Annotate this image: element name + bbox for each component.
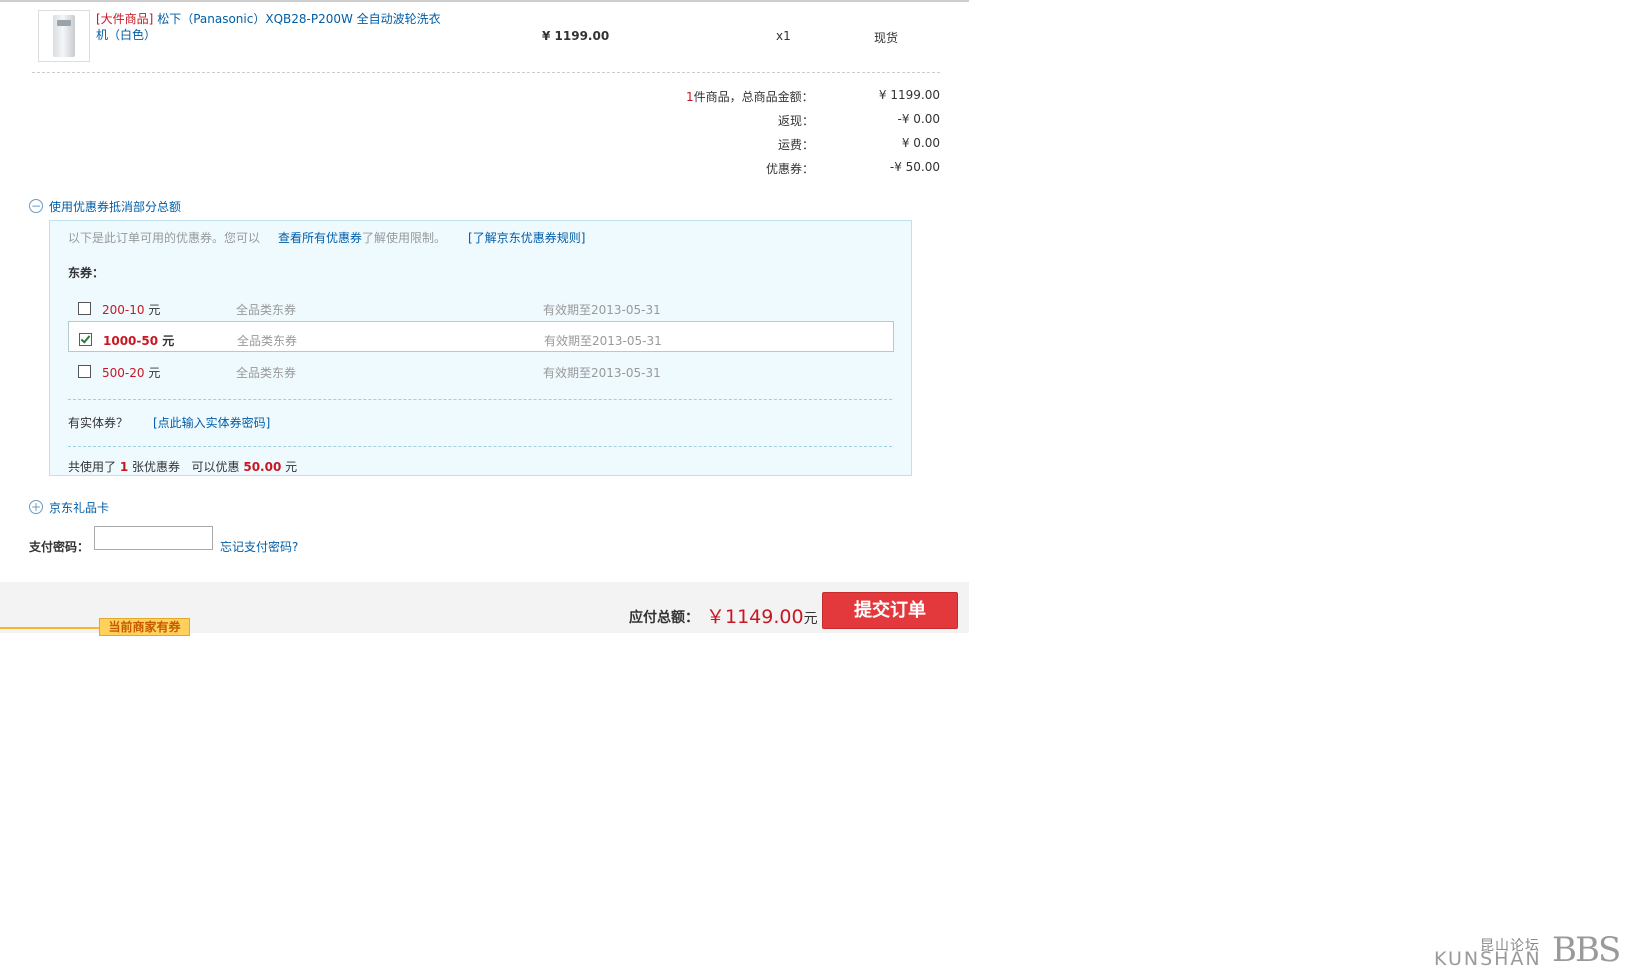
password-label: 支付密码：	[29, 540, 90, 554]
coupon-rules-link[interactable]: [了解京东优惠券规则]	[468, 231, 585, 245]
merchant-tag-line	[0, 627, 99, 629]
product-name-line1[interactable]: 松下（Panasonic）XQB28-P200W 全自动波轮洗衣	[157, 12, 440, 26]
intro-suffix: 了解使用限制。	[362, 231, 447, 245]
used-prefix: 共使用了	[68, 460, 117, 474]
coupon-usage-summary: 共使用了 1 张优惠券 可以优惠 50.00 元	[68, 458, 297, 475]
product-name-line2[interactable]: 机（白色）	[96, 26, 156, 43]
coupon-divider-1	[68, 399, 892, 400]
coupon-unit-1: 元	[148, 303, 161, 317]
coupon-checkbox-1[interactable]	[78, 302, 91, 315]
shipping-value: ¥ 0.00	[901, 136, 940, 150]
forgot-password-link[interactable]: 忘记支付密码?	[220, 538, 298, 555]
coupon-amount-3: 500-20 元	[102, 364, 160, 381]
payable-total-label: 应付总额：	[629, 610, 699, 626]
physical-coupon-link[interactable]: [点此输入实体券密码]	[153, 414, 270, 431]
coupon-type-3: 全品类东券	[236, 366, 297, 380]
coupon-expiry-2: 有效期至2013-05-31	[544, 334, 662, 348]
coupon-divider-2	[68, 446, 892, 447]
coupon-intro: 以下是此订单可用的优惠券。您可以 查看所有优惠券了解使用限制。 [了解京东优惠券规则…	[68, 229, 585, 246]
product-title[interactable]: [大件商品] 松下（Panasonic）XQB28-P200W 全自动波轮洗衣	[96, 10, 441, 27]
coupon-row-selected[interactable]	[68, 321, 894, 352]
coupon-amount-value-2: 1000-50	[103, 334, 159, 348]
merchant-coupon-tag[interactable]: 当前商家有券	[99, 618, 190, 636]
product-tag: [大件商品]	[96, 12, 154, 26]
intro-text: 以下是此订单可用的优惠券。您可以	[68, 231, 261, 245]
product-stock: 现货	[874, 31, 899, 45]
payment-password-input[interactable]	[94, 526, 213, 550]
coupon-amount-2: 1000-50 元	[103, 332, 174, 349]
product-divider	[32, 72, 940, 73]
coupon-expiry-1: 有效期至2013-05-31	[543, 303, 661, 317]
minus-circle-icon[interactable]: −	[29, 199, 43, 213]
total-value: ¥ 1199.00	[878, 88, 940, 102]
coupon-unit-2: 元	[162, 334, 175, 348]
payable-total: ￥1149.00元	[706, 602, 818, 629]
product-thumbnail[interactable]	[38, 10, 90, 62]
payable-unit: 元	[803, 611, 818, 627]
coupon-amount-value-3: 500-20	[102, 366, 145, 380]
plus-circle-icon[interactable]: +	[29, 500, 43, 514]
coupon-type-1: 全品类东券	[236, 303, 297, 317]
discount-suffix: 元	[285, 460, 298, 474]
coupon-group-label: 东券：	[68, 266, 105, 280]
product-quantity: x1	[776, 29, 791, 43]
coupon-amount-value-1: 200-10	[102, 303, 145, 317]
top-divider	[0, 0, 969, 2]
discount-value: 50.00	[243, 460, 282, 474]
coupon-unit-3: 元	[148, 366, 161, 380]
coupon-section-toggle[interactable]: 使用优惠券抵消部分总额	[49, 198, 181, 215]
used-mid: 张优惠券	[132, 460, 181, 474]
discount-prefix: 可以优惠	[191, 460, 240, 474]
gift-card-toggle[interactable]: 京东礼品卡	[49, 499, 109, 516]
washer-image	[53, 15, 75, 57]
physical-coupon-label: 有实体券？	[68, 416, 129, 430]
watermark-bbs: BBS	[1552, 930, 1621, 970]
coupon-value: -¥ 50.00	[889, 160, 940, 174]
coupon-checkbox-2[interactable]	[79, 333, 92, 346]
coupon-amount-1: 200-10 元	[102, 301, 160, 318]
product-price: ¥ 1199.00	[542, 29, 610, 43]
coupon-checkbox-3[interactable]	[78, 365, 91, 378]
submit-order-button[interactable]: 提交订单	[822, 592, 958, 629]
watermark-latin: KUNSHAN	[1434, 948, 1542, 970]
used-count: 1	[119, 460, 129, 474]
payable-amount: ￥1149.00	[706, 606, 804, 628]
cashback-value: -¥ 0.00	[897, 112, 941, 126]
coupon-type-2: 全品类东券	[237, 334, 298, 348]
coupon-expiry-3: 有效期至2013-05-31	[543, 366, 661, 380]
view-all-coupons-link[interactable]: 查看所有优惠券	[278, 231, 362, 245]
